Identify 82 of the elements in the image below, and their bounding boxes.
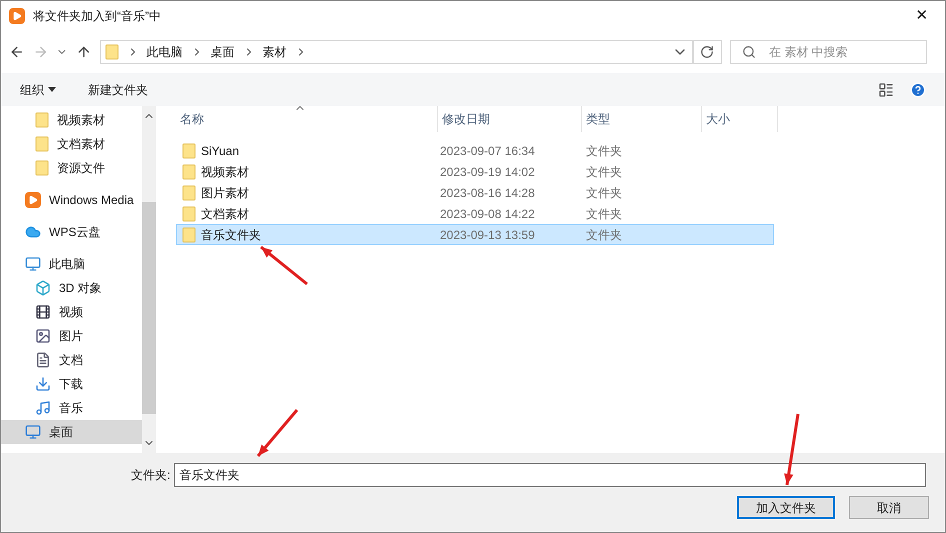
sidebar-item[interactable]: 视频 — [1, 300, 142, 324]
sidebar-item[interactable]: 音乐 — [1, 396, 142, 420]
sidebar-item[interactable]: WPS云盘 — [1, 220, 142, 244]
column-header[interactable]: 大小 — [702, 106, 778, 132]
folder-label: 文件夹: — [131, 467, 170, 484]
modified-date: 2023-09-13 13:59 — [439, 226, 536, 244]
file-type: 文件夹 — [585, 164, 623, 180]
file-name: 文档素材 — [201, 206, 249, 222]
monitor-icon — [25, 256, 41, 272]
caret-icon — [48, 87, 56, 92]
file-type: 文件夹 — [585, 184, 623, 202]
folder-icon — [182, 226, 196, 242]
folder-icon — [182, 164, 196, 180]
sidebar-item[interactable]: 视频素材 — [1, 108, 142, 132]
file-name: SiYuan — [201, 142, 240, 160]
sidebar-item[interactable]: 文档素材 — [1, 132, 142, 156]
folder-icon — [35, 112, 49, 128]
back-icon[interactable] — [9, 44, 25, 60]
sidebar-item[interactable]: Windows Media — [1, 188, 142, 212]
folder-icon — [104, 44, 119, 60]
file-row[interactable]: 视频素材 2023-09-19 14:02 文件夹 — [176, 161, 774, 182]
sidebar-item[interactable]: 图片 — [1, 324, 142, 348]
folder-name-field[interactable]: 音乐文件夹 — [174, 463, 926, 487]
refresh-icon — [700, 45, 714, 59]
cloud-icon — [25, 224, 41, 240]
breadcrumb[interactable]: 此电脑 — [146, 43, 183, 61]
breadcrumb[interactable]: 素材 — [262, 43, 287, 61]
annotation-arrow — [784, 414, 800, 486]
file-row[interactable]: 音乐文件夹 2023-09-13 13:59 文件夹 — [176, 224, 774, 245]
sidebar-item[interactable]: 下载 — [1, 372, 142, 396]
annotation-arrow — [260, 246, 308, 286]
cube-icon — [35, 280, 51, 296]
column-header[interactable]: 修改日期 — [438, 106, 582, 132]
folder-icon — [35, 160, 49, 176]
organize-button[interactable]: 组织 — [20, 80, 56, 98]
file-type: 文件夹 — [585, 142, 623, 160]
play-icon — [25, 192, 41, 208]
folder-icon — [182, 142, 196, 158]
music-note-icon — [35, 400, 51, 416]
help-icon[interactable] — [910, 82, 926, 98]
modified-date: 2023-09-08 14:22 — [439, 206, 536, 222]
window-title: 将文件夹加入到“音乐”中 — [33, 8, 161, 25]
search-field[interactable]: 在 素材 中搜索 — [730, 40, 928, 64]
sidebar-item[interactable]: 资源文件 — [1, 156, 142, 180]
modified-date: 2023-08-16 14:28 — [439, 184, 536, 202]
breadcrumb[interactable]: 桌面 — [210, 43, 235, 61]
column-header[interactable]: 类型 — [582, 106, 702, 132]
modified-date: 2023-09-19 14:02 — [439, 164, 536, 180]
refresh-button[interactable] — [692, 40, 722, 64]
folder-icon — [182, 206, 196, 222]
desktop-icon — [25, 424, 41, 440]
file-row[interactable]: 图片素材 2023-08-16 14:28 文件夹 — [176, 182, 774, 203]
file-name: 视频素材 — [201, 164, 249, 180]
file-type: 文件夹 — [585, 206, 623, 222]
sidebar-item[interactable]: 文档 — [1, 348, 142, 372]
download-icon — [35, 376, 51, 392]
file-type: 文件夹 — [585, 226, 623, 244]
annotation-arrow — [256, 409, 298, 457]
sidebar-item[interactable]: 此电脑 — [1, 252, 142, 276]
column-header[interactable]: 名称 — [176, 106, 438, 132]
picture-icon — [35, 328, 51, 344]
scrollbar[interactable] — [142, 106, 156, 453]
file-name: 音乐文件夹 — [201, 226, 261, 244]
address-bar[interactable]: 此电脑 桌面 素材 — [100, 40, 693, 64]
close-button[interactable]: ✕ — [907, 4, 937, 28]
modified-date: 2023-09-07 16:34 — [439, 142, 536, 160]
search-icon — [742, 45, 756, 59]
app-icon — [9, 8, 25, 24]
sidebar-item[interactable]: 3D 对象 — [1, 276, 142, 300]
view-options-icon[interactable] — [878, 82, 894, 98]
file-name: 图片素材 — [201, 184, 249, 202]
folder-icon — [182, 184, 196, 200]
film-icon — [35, 304, 51, 320]
cancel-button[interactable]: 取消 — [849, 496, 929, 519]
sidebar-item[interactable]: 桌面 — [1, 420, 142, 444]
document-icon — [35, 352, 51, 368]
folder-icon — [35, 136, 49, 152]
file-row[interactable]: SiYuan 2023-09-07 16:34 文件夹 — [176, 140, 774, 161]
add-folder-button[interactable]: 加入文件夹 — [737, 496, 835, 519]
up-icon[interactable] — [76, 44, 92, 60]
new-folder-button[interactable]: 新建文件夹 — [88, 80, 148, 98]
file-row[interactable]: 文档素材 2023-09-08 14:22 文件夹 — [176, 203, 774, 224]
